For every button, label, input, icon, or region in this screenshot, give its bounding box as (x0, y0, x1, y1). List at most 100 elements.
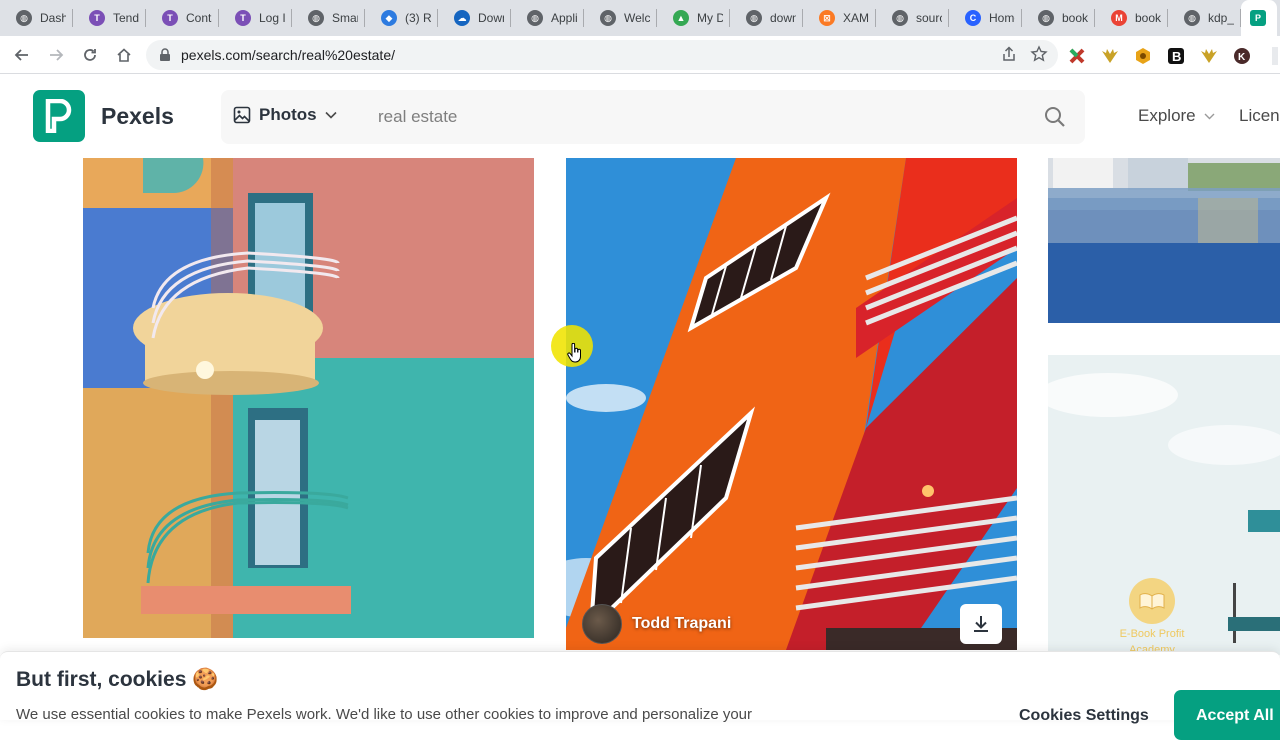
gmail-icon: M (1111, 10, 1127, 26)
globe-icon: ◍ (1184, 10, 1200, 26)
globe-icon: ◍ (16, 10, 32, 26)
browser-tab-title: Welco (624, 11, 650, 25)
author-name[interactable]: Todd Trapani (632, 615, 731, 633)
browser-tab[interactable]: Mbook (1095, 0, 1168, 36)
reload-icon (84, 48, 96, 61)
browser-tab-title: (3) Ro (405, 11, 431, 25)
browser-tab[interactable]: ▲ My D (657, 0, 730, 36)
search-bar[interactable]: Photos real estate (221, 90, 1085, 144)
t-logo-icon: T (162, 10, 178, 26)
t-logo-icon: T (235, 10, 251, 26)
pexels-p-icon (45, 99, 72, 133)
browser-tab-title: book (1062, 11, 1088, 25)
globe-icon: ◍ (600, 10, 616, 26)
globe-icon: ◍ (892, 10, 908, 26)
browser-tab-title: sourc (916, 11, 942, 25)
svg-text:B: B (1172, 49, 1181, 64)
photo-colorful-balconies[interactable] (83, 158, 534, 638)
browser-tab-title: Down (478, 11, 504, 25)
browser-tab-title: kdp_ (1208, 11, 1234, 25)
search-icon[interactable] (1043, 105, 1067, 129)
diamond-icon: ◆ (381, 10, 397, 26)
svg-text:K: K (1238, 52, 1246, 63)
extension-wings-icon[interactable] (1099, 45, 1121, 67)
chevron-down-icon (325, 111, 337, 119)
explore-label: Explore (1138, 106, 1196, 125)
chevron-down-icon (1204, 113, 1215, 119)
pexels-logo[interactable] (33, 90, 85, 142)
browser-tab-active[interactable]: P (1241, 0, 1277, 36)
browser-tab[interactable]: ◍ Smart (292, 0, 365, 36)
browser-tab[interactable]: C Home (949, 0, 1022, 36)
browser-tab-title: Tendy (113, 11, 139, 25)
browser-tab[interactable]: ◍ down (730, 0, 803, 36)
browser-tab[interactable]: T Tendy (73, 0, 146, 36)
home-button[interactable] (110, 41, 138, 69)
browser-tab[interactable]: T Log In (219, 0, 292, 36)
globe-icon: ◍ (1038, 10, 1054, 26)
bookmark-star-icon[interactable] (1030, 45, 1048, 63)
extension-hexagon-icon[interactable] (1132, 45, 1154, 67)
building-balconies-image (83, 158, 534, 638)
globe-icon: ◍ (746, 10, 762, 26)
browser-tab[interactable]: ◍ Welco (584, 0, 657, 36)
photo-author[interactable]: Todd Trapani (582, 604, 731, 644)
browser-tab-title: book (1135, 11, 1161, 25)
share-icon[interactable] (1000, 45, 1018, 63)
browser-tab[interactable]: ◍ book (1022, 0, 1095, 36)
globe-icon: ◍ (308, 10, 324, 26)
photo-orange-building[interactable]: Todd Trapani (566, 158, 1017, 650)
author-avatar[interactable] (582, 604, 622, 644)
browser-tab[interactable]: ◍ Dashb (0, 0, 73, 36)
back-button[interactable] (8, 41, 36, 69)
explore-menu[interactable]: Explore (1138, 106, 1215, 126)
browser-tab[interactable]: ⊠ XAMP (803, 0, 876, 36)
reload-button[interactable] (76, 41, 104, 69)
browser-menu-icon[interactable] (1264, 45, 1280, 67)
accept-all-button[interactable]: Accept All (1174, 690, 1280, 740)
browser-toolbar: pexels.com/search/real%20estate/ B K (0, 36, 1280, 74)
media-type-dropdown[interactable]: Photos (233, 105, 337, 125)
site-header: Pexels Photos real estate Explore Licens… (0, 74, 1280, 158)
watermark-line-1: E-Book Profit (1119, 628, 1185, 640)
browser-tab-title: Log In (259, 11, 285, 25)
browser-tab-title: Smart (332, 11, 358, 25)
forward-button[interactable] (42, 41, 70, 69)
brand-name[interactable]: Pexels (101, 103, 174, 130)
hand-cursor-icon (567, 343, 581, 363)
media-type-label: Photos (259, 105, 317, 124)
orange-building-image (566, 158, 1017, 650)
address-bar[interactable]: pexels.com/search/real%20estate/ (146, 40, 1058, 70)
browser-tab[interactable]: ☁ Down (438, 0, 511, 36)
cookies-settings-button[interactable]: Cookies Settings (1019, 707, 1149, 725)
extension-b-icon[interactable]: B (1165, 45, 1187, 67)
waterfront-houses-image (1048, 158, 1280, 323)
extensions-bar: B K (1066, 45, 1280, 67)
watermark-logo: E-Book Profit Academy (1106, 578, 1198, 656)
globe-icon: ◍ (527, 10, 543, 26)
browser-tab-title: XAMP (843, 11, 869, 25)
download-button[interactable] (960, 604, 1002, 644)
browser-tab-strip: ◍ Dashb T Tendy T Conta T Log In ◍ Smart ◆ (3) Ro ☁ D… (0, 0, 1280, 36)
image-icon (233, 106, 251, 124)
browser-tab[interactable]: ◍ Appli (511, 0, 584, 36)
browser-tab[interactable]: T Conta (146, 0, 219, 36)
browser-tab-title: Appli (551, 11, 577, 25)
drive-icon: ▲ (673, 10, 689, 26)
cloud-icon: ☁ (454, 10, 470, 26)
profile-avatar-icon[interactable]: K (1231, 45, 1253, 67)
pexels-icon: P (1250, 10, 1266, 26)
browser-tab[interactable]: ◍ kdp_ (1168, 0, 1241, 36)
extension-x-icon[interactable] (1066, 45, 1088, 67)
browser-tab-title: down (770, 11, 796, 25)
browser-tab[interactable]: ◍ sourc (876, 0, 949, 36)
browser-tab[interactable]: ◆ (3) Ro (365, 0, 438, 36)
browser-tab-title: My D (697, 11, 723, 25)
browser-tab-title: Dashb (40, 11, 66, 25)
c-logo-icon: C (965, 10, 981, 26)
license-link[interactable]: License (1239, 106, 1280, 126)
lock-icon (160, 48, 170, 61)
extension-wings-2-icon[interactable] (1198, 45, 1220, 67)
search-input[interactable]: real estate (378, 107, 457, 127)
photo-waterfront-houses[interactable] (1048, 158, 1280, 323)
